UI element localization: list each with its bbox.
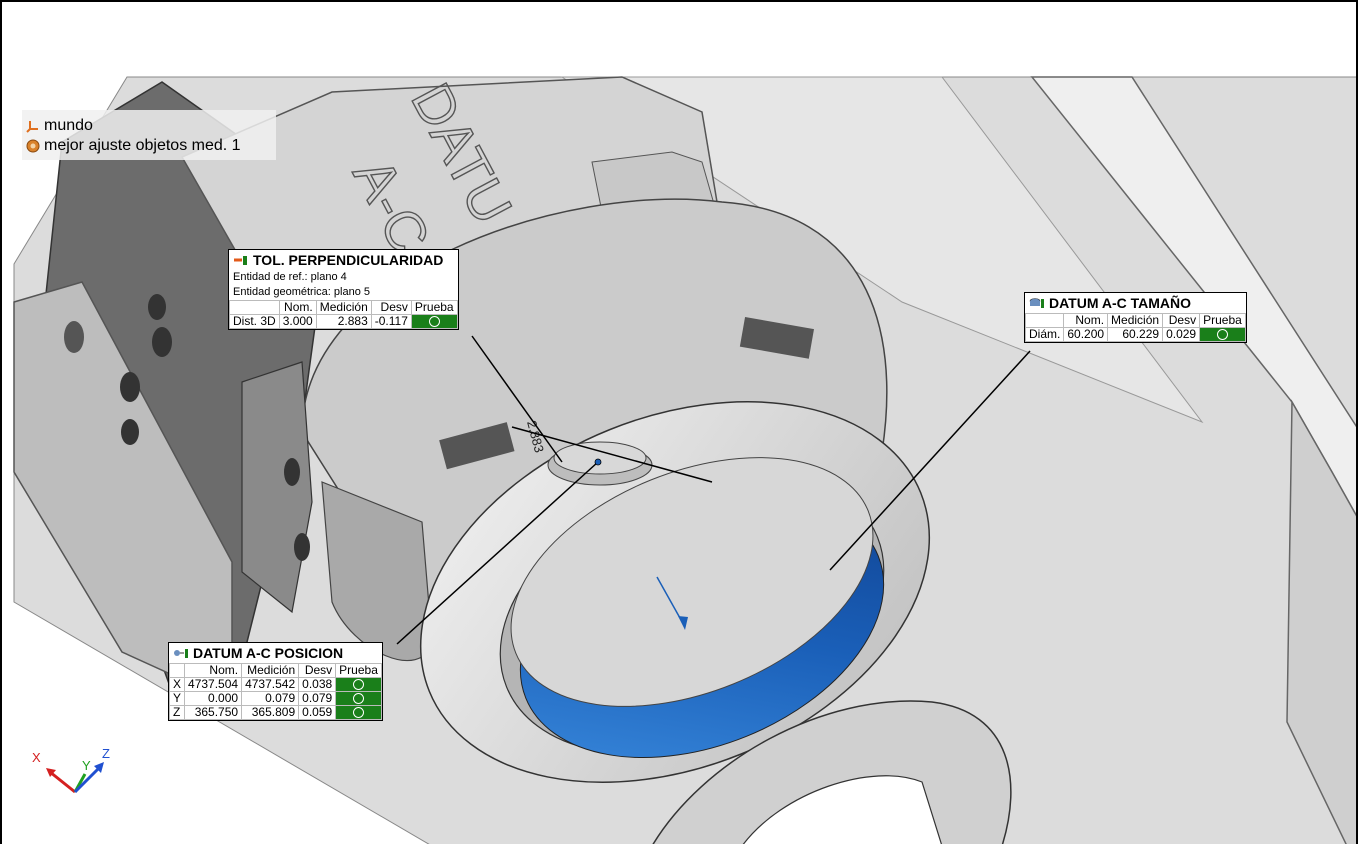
table-row: Dist. 3D 3.000 2.883 -0.117: [229, 314, 458, 329]
axis-y-label: Y: [82, 758, 91, 773]
viewport[interactable]: DATU A-C 2.883 mundo mejor ajuste objeto…: [0, 0, 1358, 844]
pass-circle-icon: [353, 693, 365, 705]
pass-indicator: [1199, 327, 1246, 342]
card-title: DATUM A-C POSICION: [169, 643, 382, 663]
cylinder-size-icon: [1029, 298, 1044, 308]
pass-indicator: [410, 314, 458, 329]
card-title: TOL. PERPENDICULARIDAD: [229, 250, 458, 270]
table-row: Z 365.750 365.809 0.059: [168, 705, 382, 720]
axis-z-label: Z: [102, 746, 110, 761]
pass-indicator: [335, 705, 382, 720]
card-title-text: DATUM A-C POSICION: [193, 645, 344, 661]
coordinate-system-icon: [26, 121, 38, 133]
perpendicularity-label[interactable]: TOL. PERPENDICULARIDAD Entidad de ref.: …: [228, 249, 459, 330]
hole: [152, 327, 172, 357]
size-label[interactable]: DATUM A-C TAMAÑO Nom. Medición Desv Prue…: [1024, 292, 1247, 343]
hole: [148, 294, 166, 320]
axis-x-label: X: [32, 750, 41, 765]
legend-item: mundo: [26, 116, 266, 136]
best-fit-icon: [26, 139, 40, 153]
table-row: Y 0.000 0.079 0.079: [168, 691, 382, 706]
legend-label: mundo: [44, 117, 93, 134]
table-header: Nom. Medición Desv Prueba: [1024, 313, 1246, 328]
pass-circle-icon: [353, 707, 365, 719]
table-header: Nom. Medición Desv Prueba: [229, 300, 458, 315]
position-label[interactable]: DATUM A-C POSICION Nom. Medición Desv Pr…: [168, 642, 383, 721]
hole: [64, 321, 84, 353]
pass-indicator: [335, 691, 382, 706]
pass-circle-icon: [1216, 329, 1228, 341]
hole: [120, 372, 140, 402]
card-title: DATUM A-C TAMAÑO: [1025, 293, 1246, 313]
card-title-text: DATUM A-C TAMAÑO: [1049, 295, 1192, 311]
table-header: Nom. Medición Desv Prueba: [168, 663, 382, 678]
legend-panel: mundo mejor ajuste objetos med. 1: [22, 110, 276, 160]
pass-circle-icon: [353, 679, 365, 691]
table-row: Diám. 60.200 60.229 0.029: [1024, 327, 1246, 342]
pass-circle-icon: [428, 316, 440, 328]
measurement-table: Nom. Medición Desv Prueba X 4737.504 473…: [168, 663, 382, 720]
perpendicularity-icon: [234, 256, 247, 265]
axis-triad-icon[interactable]: X Y Z: [30, 742, 120, 802]
ref-entity: Entidad de ref.: plano 4: [233, 271, 347, 283]
measurement-table: Nom. Medición Desv Prueba Diám. 60.200 6…: [1024, 313, 1246, 342]
pass-indicator: [335, 677, 382, 692]
table-row: X 4737.504 4737.542 0.038: [168, 677, 382, 692]
card-title-text: TOL. PERPENDICULARIDAD: [253, 252, 444, 268]
legend-label: mejor ajuste objetos med. 1: [44, 137, 241, 154]
position-icon: [174, 649, 188, 658]
hole: [121, 419, 139, 445]
measurement-table: Nom. Medición Desv Prueba Dist. 3D 3.000…: [229, 300, 458, 329]
geo-entity: Entidad geométrica: plano 5: [233, 286, 370, 298]
legend-item: mejor ajuste objetos med. 1: [26, 136, 266, 156]
